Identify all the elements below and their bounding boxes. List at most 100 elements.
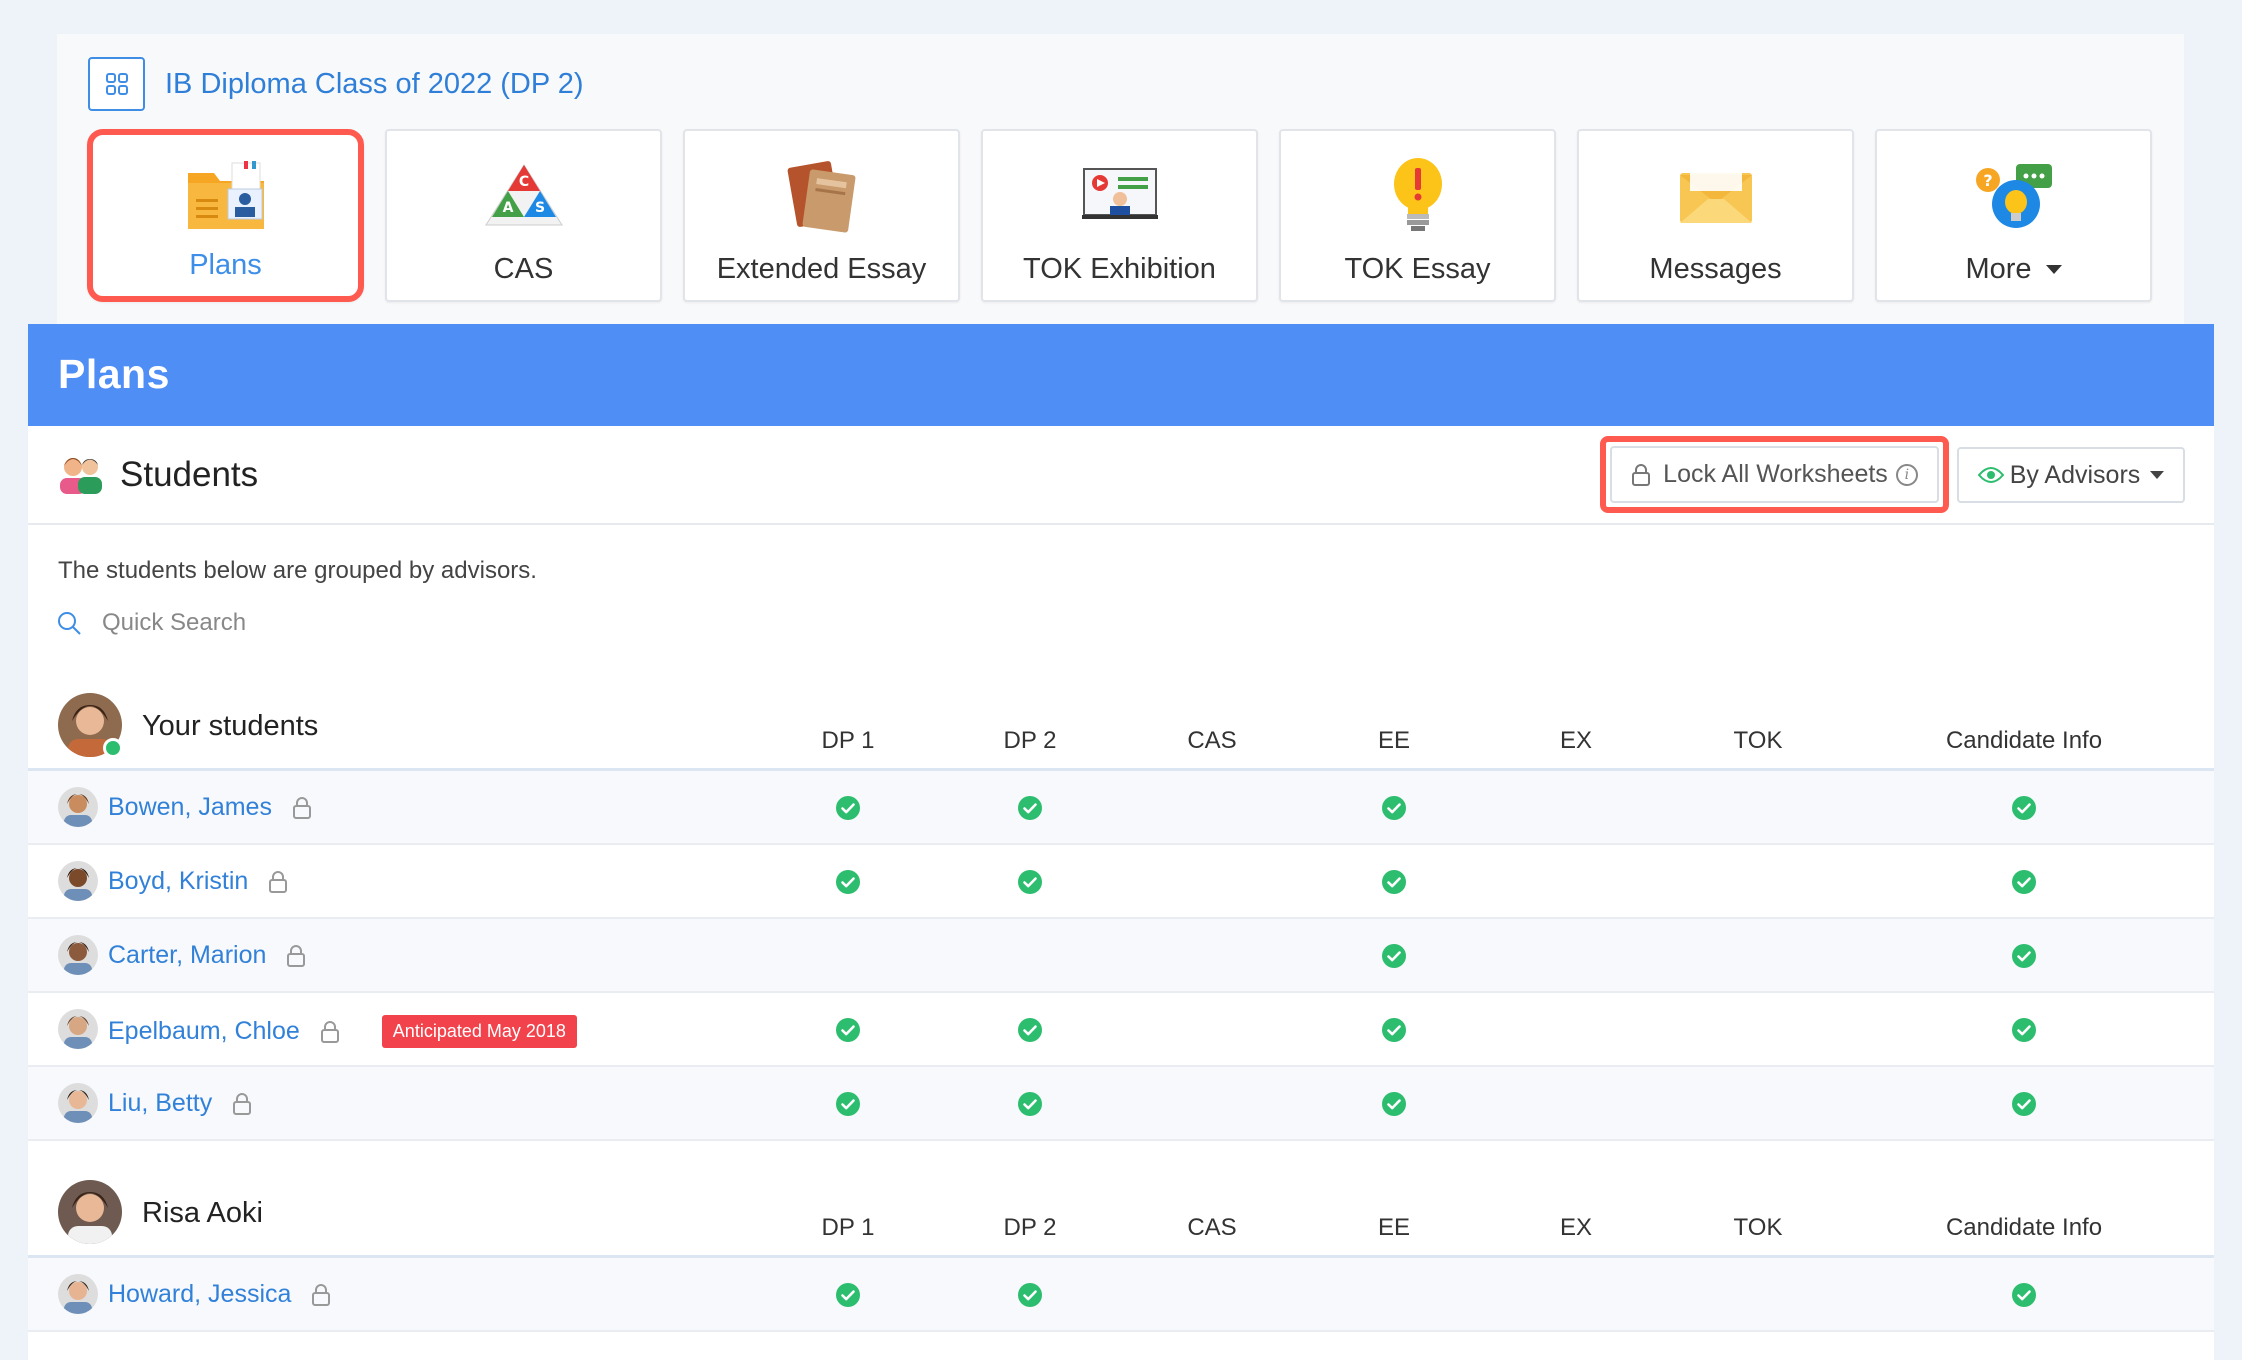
- column-header[interactable]: DP 2: [1004, 1214, 1057, 1242]
- check-circle-icon: [2012, 1092, 2036, 1116]
- check-circle-icon: [1382, 1092, 1406, 1116]
- status-badge: Anticipated May 2018: [381, 1015, 577, 1048]
- table-row: Howard, Jessica: [28, 1258, 2214, 1332]
- lock-icon[interactable]: [232, 1092, 252, 1116]
- student-name-cell: Carter, Marion: [108, 941, 306, 970]
- lock-icon[interactable]: [320, 1020, 340, 1044]
- lock-icon[interactable]: [268, 870, 288, 894]
- lock-all-highlight: Lock All Worksheets i: [1600, 436, 1949, 513]
- student-name-link[interactable]: Bowen, James: [108, 793, 272, 822]
- student-name-link[interactable]: Carter, Marion: [108, 941, 266, 970]
- student-name-cell: Boyd, Kristin: [108, 867, 288, 896]
- column-header[interactable]: DP 2: [1004, 727, 1057, 755]
- tile-cas-label: CAS: [493, 253, 554, 285]
- table-row: Liu, Betty: [28, 1067, 2214, 1141]
- lock-icon[interactable]: [311, 1283, 331, 1307]
- avatar: [58, 1274, 98, 1314]
- cas-triangle-icon: C A S: [479, 151, 569, 241]
- check-circle-icon: [1382, 944, 1406, 968]
- check-circle-icon: [2012, 944, 2036, 968]
- svg-text:A: A: [502, 200, 513, 216]
- column-header[interactable]: TOK: [1734, 727, 1783, 755]
- check-circle-icon: [2012, 796, 2036, 820]
- tile-more[interactable]: ? More: [1875, 129, 2152, 302]
- quick-search[interactable]: Quick Search: [56, 609, 246, 637]
- svg-text:C: C: [518, 174, 528, 190]
- avatar: [58, 1180, 122, 1244]
- tile-more-text: More: [1965, 253, 2032, 285]
- extended-essay-book-icon: [777, 151, 867, 241]
- students-heading: Students: [58, 454, 258, 496]
- online-status-dot: [103, 738, 123, 758]
- column-header[interactable]: DP 1: [822, 727, 875, 755]
- lock-icon: [1632, 463, 1651, 486]
- plans-header: Plans: [28, 324, 2214, 426]
- lock-all-worksheets-button[interactable]: Lock All Worksheets i: [1610, 446, 1939, 503]
- column-header[interactable]: DP 1: [822, 1214, 875, 1242]
- tile-plans[interactable]: Plans: [87, 129, 364, 302]
- student-name-link[interactable]: Liu, Betty: [108, 1089, 212, 1118]
- table-row: Carter, Marion: [28, 919, 2214, 993]
- tile-messages[interactable]: Messages: [1577, 129, 1854, 302]
- tok-exhibition-board-icon: [1075, 151, 1165, 241]
- student-name-link[interactable]: Howard, Jessica: [108, 1280, 291, 1309]
- avatar: [58, 787, 98, 827]
- tile-tok-exhibition-label: TOK Exhibition: [1023, 253, 1216, 285]
- check-circle-icon: [2012, 1018, 2036, 1042]
- chevron-down-icon: [2045, 265, 2062, 274]
- check-circle-icon: [836, 1092, 860, 1116]
- column-header[interactable]: EX: [1560, 1214, 1592, 1242]
- column-header[interactable]: EE: [1378, 727, 1410, 755]
- check-circle-icon: [1018, 796, 1042, 820]
- tile-tok-essay[interactable]: TOK Essay: [1279, 129, 1556, 302]
- grid-icon: [105, 73, 128, 95]
- grouping-hint: The students below are grouped by adviso…: [58, 557, 537, 584]
- lock-icon[interactable]: [286, 944, 306, 968]
- column-header[interactable]: EX: [1560, 727, 1592, 755]
- column-header[interactable]: Candidate Info: [1946, 727, 2102, 755]
- apps-grid-button[interactable]: [88, 57, 145, 111]
- student-name-cell: Epelbaum, Chloe Anticipated May 2018: [108, 1015, 577, 1048]
- more-bubbles-icon: ?: [1969, 151, 2059, 241]
- advisor-group-header: Your students DP 1 DP 2 CAS EE EX TOK Candidate…: [28, 685, 2214, 771]
- check-circle-icon: [836, 870, 860, 894]
- students-toolbar: Students Lock All Worksheets i By Adviso…: [28, 426, 2214, 525]
- student-name-link[interactable]: Epelbaum, Chloe: [108, 1017, 300, 1046]
- check-circle-icon: [836, 1018, 860, 1042]
- tile-extended-essay[interactable]: Extended Essay: [683, 129, 960, 302]
- students-title: Students: [120, 455, 259, 494]
- column-header[interactable]: CAS: [1187, 727, 1236, 755]
- student-name-cell: Howard, Jessica: [108, 1280, 331, 1309]
- tile-tok-exhibition[interactable]: TOK Exhibition: [981, 129, 1258, 302]
- tile-cas[interactable]: C A S CAS: [385, 129, 662, 302]
- advisor-group-header: Risa Aoki DP 1 DP 2 CAS EE EX TOK Candidate Inf…: [28, 1172, 2214, 1258]
- info-icon[interactable]: i: [1895, 463, 1918, 486]
- tile-messages-label: Messages: [1649, 253, 1782, 285]
- check-circle-icon: [1018, 1018, 1042, 1042]
- column-header[interactable]: EE: [1378, 1214, 1410, 1242]
- class-title[interactable]: IB Diploma Class of 2022 (DP 2): [165, 68, 584, 101]
- advisors-label: By Advisors: [2009, 460, 2141, 489]
- column-header[interactable]: Candidate Info: [1946, 1214, 2102, 1242]
- column-header[interactable]: CAS: [1187, 1214, 1236, 1242]
- column-header[interactable]: TOK: [1734, 1214, 1783, 1242]
- group-by-advisors-dropdown[interactable]: By Advisors: [1957, 447, 2185, 503]
- student-name-link[interactable]: Boyd, Kristin: [108, 867, 248, 896]
- check-circle-icon: [1018, 870, 1042, 894]
- lock-all-label: Lock All Worksheets: [1663, 460, 1888, 488]
- student-name-cell: Liu, Betty: [108, 1089, 252, 1118]
- plans-folder-icon: [181, 151, 271, 241]
- module-tiles: Plans C A S CAS Extended Essay TOK Exhib…: [87, 129, 2152, 302]
- tile-plans-label: Plans: [189, 249, 262, 281]
- check-circle-icon: [836, 1283, 860, 1307]
- messages-envelope-icon: [1671, 151, 1761, 241]
- tile-more-label: More: [1965, 253, 2062, 286]
- advisor-name: Your students: [142, 710, 319, 742]
- eye-icon: [1977, 467, 2004, 483]
- svg-text:S: S: [534, 200, 544, 216]
- search-input[interactable]: Quick Search: [102, 609, 246, 637]
- check-circle-icon: [1382, 796, 1406, 820]
- tile-extended-essay-label: Extended Essay: [716, 253, 927, 285]
- check-circle-icon: [1018, 1283, 1042, 1307]
- lock-icon[interactable]: [292, 796, 312, 820]
